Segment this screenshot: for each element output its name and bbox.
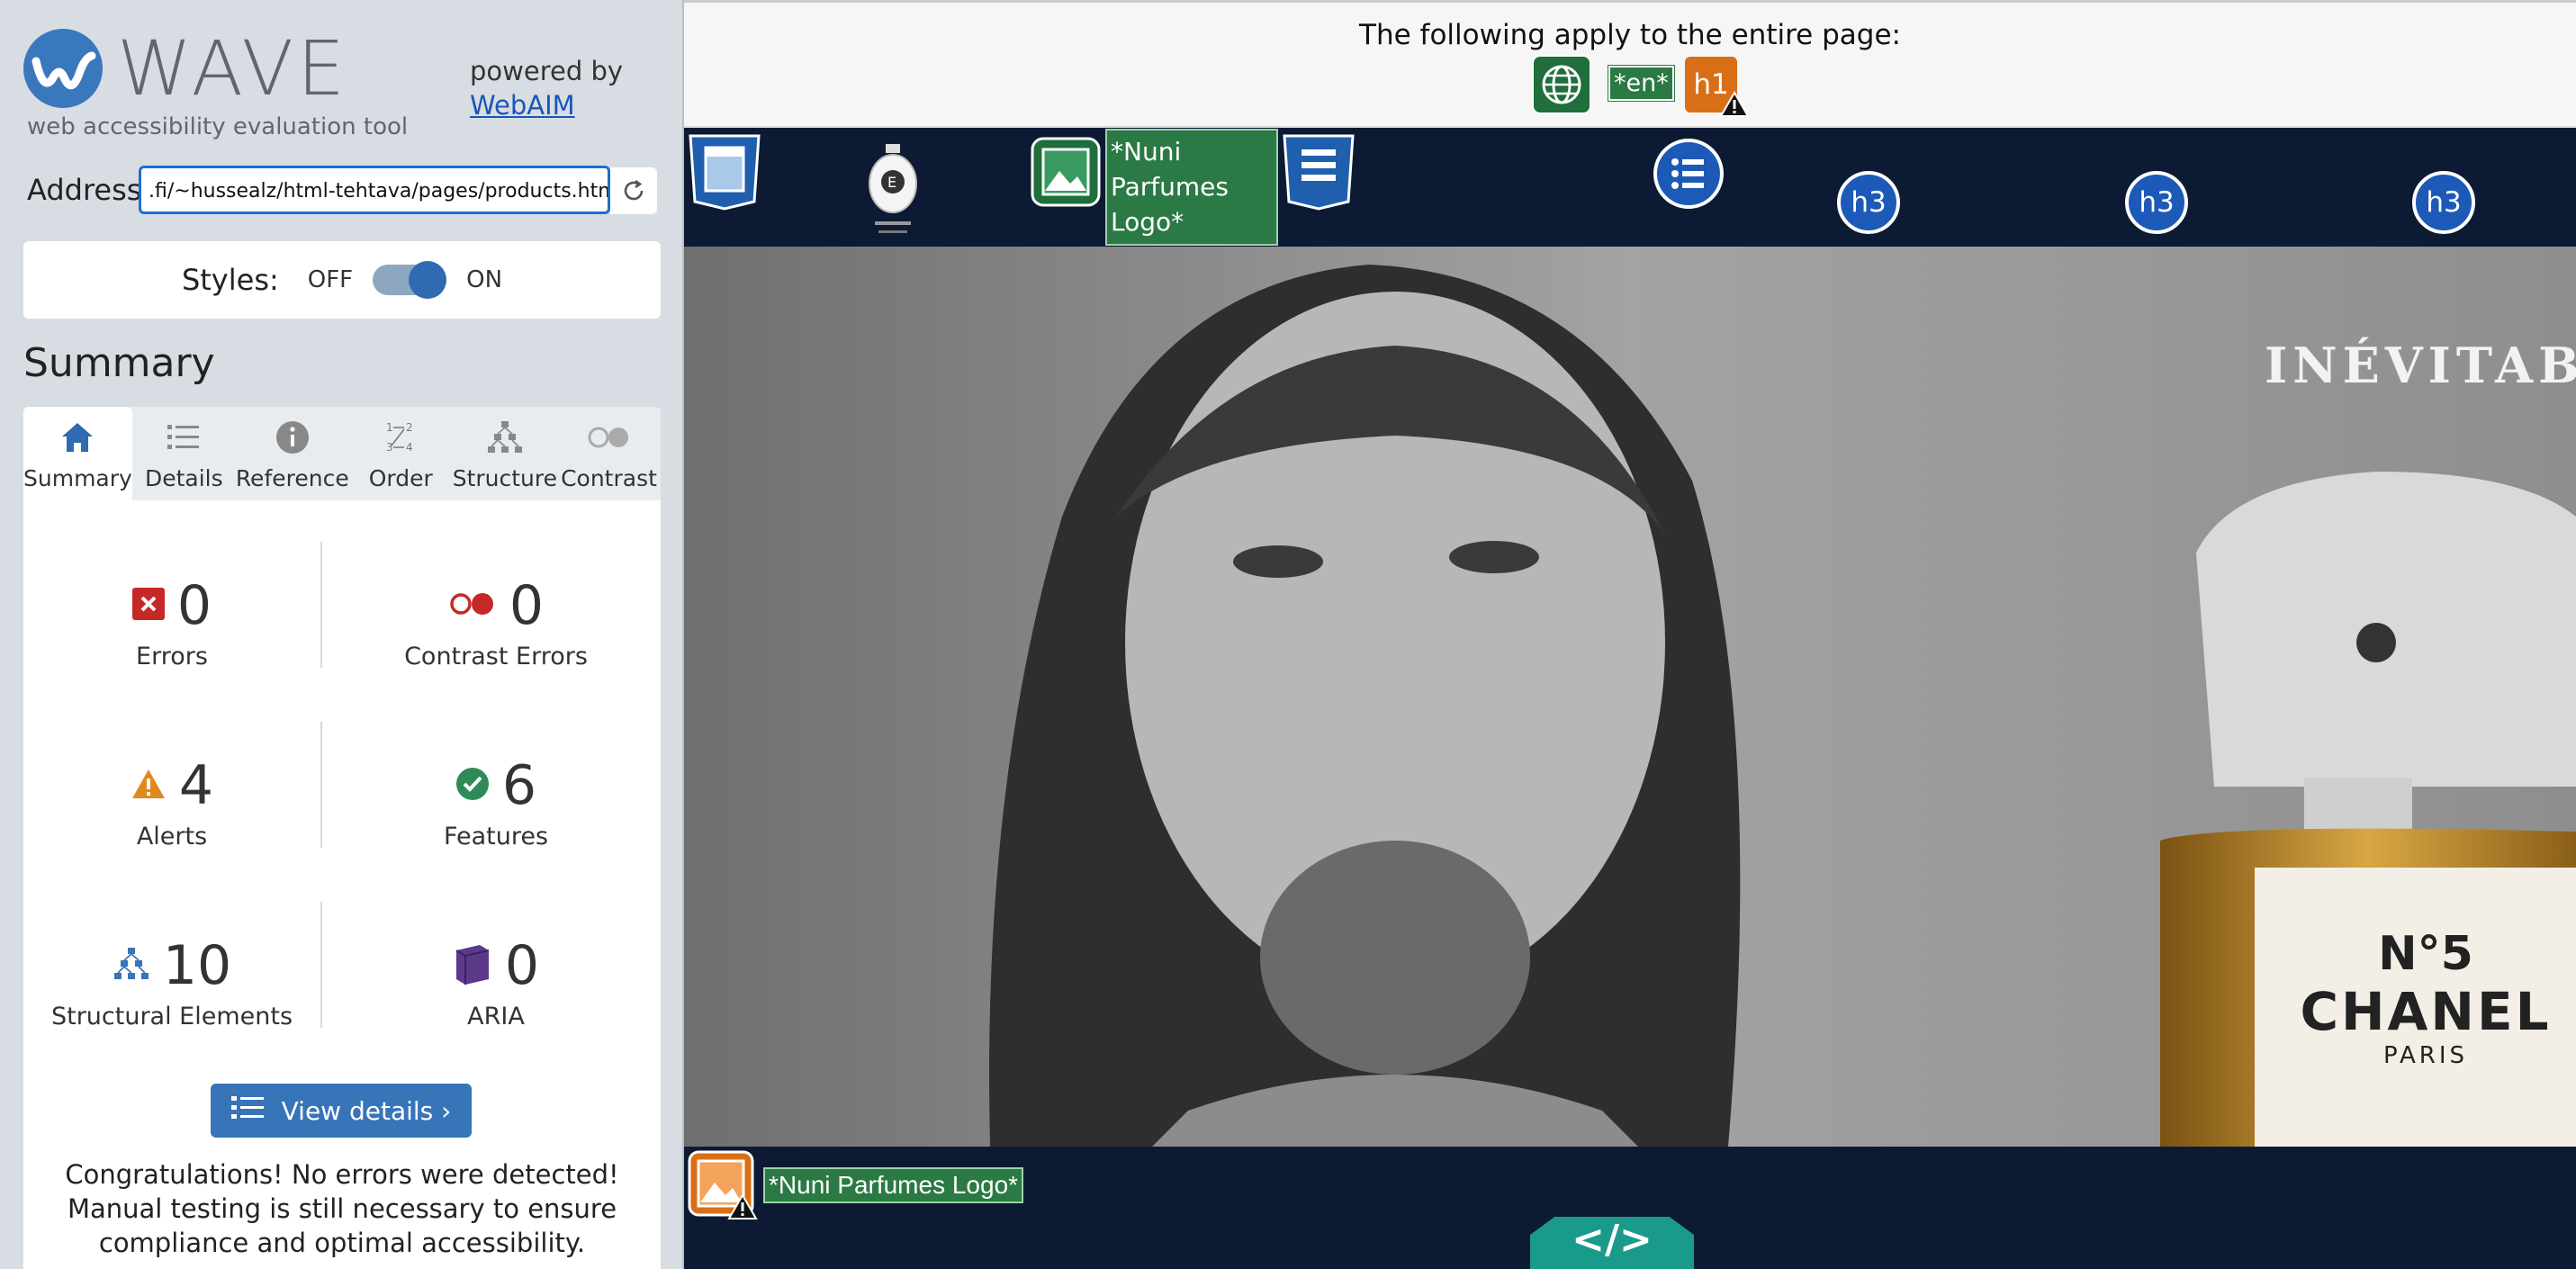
h3-badge[interactable]: h3 bbox=[1837, 171, 1900, 234]
stat-aria[interactable]: 0 ARIA bbox=[347, 934, 644, 1030]
wave-logo-text: WAVE bbox=[117, 24, 349, 112]
nuni-perfume-logo-image: E bbox=[860, 142, 925, 243]
stat-errors[interactable]: 0 Errors bbox=[23, 574, 320, 670]
contrast-error-icon bbox=[448, 590, 497, 621]
aria-count: 0 bbox=[504, 934, 540, 997]
tab-details-label: Details bbox=[144, 465, 223, 491]
logo-alt-text-top[interactable]: *Nuni Parfumes Logo* bbox=[1105, 129, 1278, 246]
tagline: web accessibility evaluation tool bbox=[27, 113, 409, 140]
view-details-button[interactable]: View details › bbox=[211, 1084, 472, 1138]
errors-count: 0 bbox=[176, 574, 212, 637]
tab-structure[interactable]: Structure bbox=[453, 407, 557, 500]
stat-alerts[interactable]: 4 Alerts bbox=[23, 754, 320, 850]
tab-details[interactable]: Details bbox=[132, 407, 236, 500]
tab-contrast[interactable]: Contrast bbox=[557, 407, 661, 500]
unordered-list-icon[interactable] bbox=[1652, 137, 1725, 214]
feature-icon bbox=[455, 767, 490, 805]
wave-sidebar: WAVE web accessibility evaluation tool p… bbox=[0, 0, 684, 1269]
tab-structure-label: Structure bbox=[452, 465, 557, 491]
tab-contrast-label: Contrast bbox=[561, 465, 657, 491]
alerts-label: Alerts bbox=[136, 823, 208, 850]
tab-reference-label: Reference bbox=[235, 465, 349, 491]
divider bbox=[320, 722, 322, 848]
page-preview: The following apply to the entire page: … bbox=[684, 0, 2576, 1269]
svg-text:E: E bbox=[887, 174, 896, 191]
h3-badge[interactable]: h3 bbox=[2412, 171, 2475, 234]
webaim-link[interactable]: WebAIM bbox=[470, 88, 623, 122]
toggle-knob bbox=[409, 261, 447, 299]
code-element-icon[interactable]: </> bbox=[1530, 1217, 1694, 1269]
styles-label: Styles: bbox=[181, 263, 279, 297]
code-badge-label: </> bbox=[1572, 1217, 1653, 1263]
info-icon bbox=[275, 417, 311, 458]
page-level-note: The following apply to the entire page: bbox=[1359, 19, 1901, 51]
language-globe-icon[interactable] bbox=[1532, 55, 1591, 118]
divider bbox=[320, 902, 322, 1028]
stat-features[interactable]: 6 Features bbox=[347, 754, 644, 850]
stat-structural-elements[interactable]: 10 Structural Elements bbox=[23, 934, 320, 1030]
styles-toggle[interactable] bbox=[373, 261, 447, 299]
navigation-region-icon[interactable] bbox=[1282, 133, 1356, 214]
divider bbox=[320, 542, 322, 668]
page-level-bar: The following apply to the entire page: … bbox=[684, 0, 2576, 128]
hero-banner-image: INÉVITABL N°5 CHANEL PARIS bbox=[684, 247, 2576, 1147]
summary-heading: Summary bbox=[23, 340, 215, 386]
structural-label: Structural Elements bbox=[50, 1003, 293, 1030]
congratulations-message: Congratulations! No errors were detected… bbox=[65, 1159, 619, 1258]
h3-badge[interactable]: h3 bbox=[2125, 171, 2188, 234]
bottle-text-number: N°5 bbox=[2378, 927, 2473, 981]
features-label: Features bbox=[443, 823, 549, 850]
bottle-text-city: PARIS bbox=[2382, 1042, 2469, 1069]
header-region-icon[interactable] bbox=[688, 133, 761, 214]
errors-label: Errors bbox=[136, 643, 208, 670]
styles-toggle-panel: Styles: OFF ON bbox=[23, 241, 661, 319]
stat-contrast-errors[interactable]: 0 Contrast Errors bbox=[347, 574, 644, 670]
features-count: 6 bbox=[501, 754, 537, 817]
svg-text:3: 3 bbox=[386, 441, 393, 454]
error-icon bbox=[131, 588, 165, 624]
alerts-count: 4 bbox=[178, 754, 214, 817]
list-icon bbox=[166, 417, 202, 458]
contrast-icon bbox=[585, 417, 632, 458]
svg-text:2: 2 bbox=[406, 421, 413, 434]
svg-text:4: 4 bbox=[406, 441, 413, 454]
image-feature-icon[interactable] bbox=[1031, 137, 1101, 211]
list-icon bbox=[230, 1094, 266, 1128]
address-label: Address: bbox=[27, 173, 152, 207]
home-icon bbox=[59, 417, 95, 458]
powered-by: powered by WebAIM bbox=[470, 54, 623, 122]
address-input[interactable]: .fi/~hussealz/html-tehtava/pages/product… bbox=[139, 166, 610, 214]
svg-text:1: 1 bbox=[386, 421, 393, 434]
order-icon: 1234 bbox=[381, 417, 420, 458]
alert-small-icon bbox=[1719, 90, 1750, 122]
wave-logo-icon bbox=[23, 29, 103, 108]
logo-alt-text-bottom[interactable]: *Nuni Parfumes Logo* bbox=[763, 1167, 1024, 1203]
bottle-label: N°5 CHANEL PARIS bbox=[2295, 927, 2556, 1069]
summary-panel: 0 Errors 0 Contrast Errors 4 Alerts 6 Fe… bbox=[23, 500, 661, 1269]
tab-summary[interactable]: Summary bbox=[23, 407, 132, 500]
aria-label: ARIA bbox=[467, 1003, 525, 1030]
structure-icon bbox=[113, 946, 150, 986]
aria-icon bbox=[453, 943, 492, 988]
tab-order-label: Order bbox=[368, 465, 433, 491]
powered-by-text: powered by bbox=[470, 56, 624, 86]
panel-tabs: Summary Details Reference 1234 Order Str… bbox=[23, 407, 661, 500]
alert-icon bbox=[131, 768, 167, 804]
view-details-label: View details › bbox=[281, 1095, 452, 1126]
structure-icon bbox=[486, 417, 524, 458]
styles-off-label: OFF bbox=[307, 266, 354, 293]
reload-icon[interactable] bbox=[610, 167, 657, 214]
tab-summary-label: Summary bbox=[23, 465, 132, 491]
tab-reference[interactable]: Reference bbox=[236, 407, 349, 500]
language-badge[interactable]: *en* bbox=[1608, 65, 1675, 102]
structural-count: 10 bbox=[162, 934, 232, 997]
bottle-text-brand: CHANEL bbox=[2300, 981, 2552, 1042]
site-header-nav bbox=[684, 128, 2576, 247]
contrast-errors-count: 0 bbox=[509, 574, 545, 637]
tab-order[interactable]: 1234 Order bbox=[349, 407, 453, 500]
contrast-errors-label: Contrast Errors bbox=[404, 643, 588, 670]
alert-small-icon bbox=[727, 1192, 758, 1224]
hero-text: INÉVITABL bbox=[2265, 337, 2576, 394]
styles-on-label: ON bbox=[466, 266, 503, 293]
